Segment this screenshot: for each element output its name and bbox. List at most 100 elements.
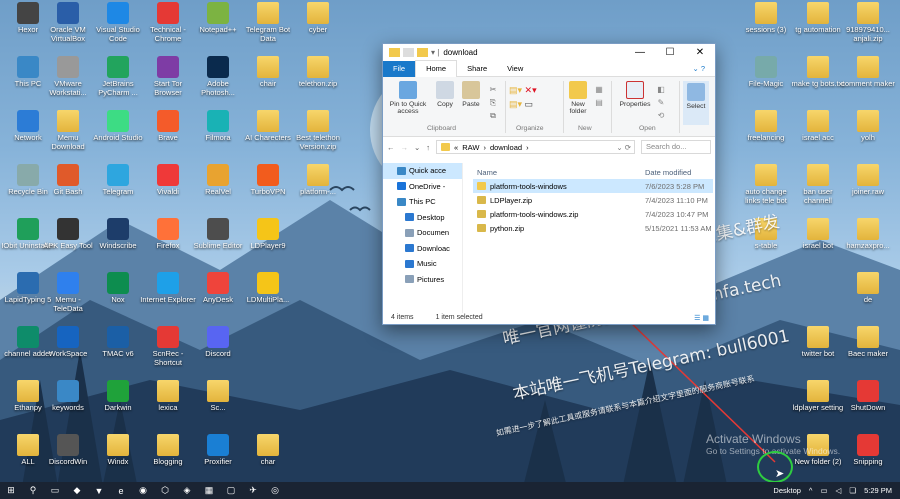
- address-dropdown-icon[interactable]: ⌄ ⟳: [616, 143, 634, 152]
- system-tray: Desktop ^ ▭ ◁ ❏ 5:29 PM: [773, 486, 900, 495]
- breadcrumb-separator: ›: [483, 142, 486, 152]
- item-count: 4 items: [391, 314, 414, 321]
- column-name[interactable]: Name: [473, 168, 645, 177]
- breadcrumb-overflow[interactable]: «: [454, 143, 458, 152]
- file-name-cell: platform-tools-windows.zip: [473, 210, 645, 219]
- new-item-icons[interactable]: ▦ ▤: [593, 83, 605, 109]
- file-name-cell: platform-tools-windows: [473, 182, 645, 191]
- file-explorer-icon[interactable]: ▢: [220, 482, 242, 499]
- nav-item-label: Pictures: [417, 274, 445, 284]
- tab-share[interactable]: Share: [457, 61, 497, 77]
- tab-file[interactable]: File: [383, 60, 416, 77]
- window-titlebar[interactable]: ▾ | download — ☐ ✕: [383, 44, 715, 61]
- select-button[interactable]: Select: [683, 81, 709, 125]
- quick-access-toolbar-icon[interactable]: [403, 48, 414, 57]
- app-icon[interactable]: ◈: [176, 482, 198, 499]
- nav-item[interactable]: Desktop: [383, 210, 462, 226]
- file-explorer-window[interactable]: ▾ | download — ☐ ✕ File Home Share View …: [382, 43, 716, 325]
- tray-overflow-icon[interactable]: ^: [809, 486, 813, 495]
- back-arrow-icon[interactable]: ←: [387, 143, 395, 152]
- open-edit-icons[interactable]: ◧ ✎ ⟲: [655, 83, 667, 122]
- file-date: 7/6/2023 5:28 PM: [645, 181, 705, 191]
- pin-icon: [399, 81, 417, 99]
- nav-item[interactable]: Music: [383, 256, 462, 272]
- breadcrumb-raw[interactable]: RAW: [462, 143, 479, 152]
- copy-label: Copy: [437, 101, 453, 108]
- column-date[interactable]: Date modified: [645, 168, 691, 177]
- help-icon[interactable]: ⌄ ?: [682, 61, 715, 77]
- file-name: platform-tools-windows.zip: [490, 209, 579, 219]
- group-new: New: [578, 125, 592, 132]
- forward-arrow-icon[interactable]: →: [401, 143, 409, 152]
- zip-file-icon: [477, 224, 486, 232]
- search-input[interactable]: Search do...: [641, 140, 711, 154]
- nav-item[interactable]: OneDrive -: [383, 179, 462, 195]
- file-row[interactable]: platform-tools-windows 7/6/2023 5:28 PM: [473, 179, 713, 193]
- nav-item-icon: [397, 182, 406, 191]
- paste-button[interactable]: Paste: [459, 81, 483, 108]
- desktop-toolbar-label[interactable]: Desktop: [773, 486, 801, 495]
- window-title: download: [443, 48, 478, 57]
- minimize-button[interactable]: —: [625, 47, 655, 58]
- copy-button[interactable]: Copy: [433, 81, 457, 108]
- nav-item[interactable]: Pictures: [383, 272, 462, 288]
- nav-item-label: This PC: [409, 197, 436, 207]
- column-headers: Name Date modified: [473, 165, 713, 179]
- task-view-icon[interactable]: ▭: [44, 482, 66, 499]
- chrome-icon[interactable]: ◉: [132, 482, 154, 499]
- nav-item[interactable]: Quick acce: [383, 163, 462, 179]
- pin-quick-access-button[interactable]: Pin to Quick access: [387, 81, 429, 115]
- qat-dropdown-icon[interactable]: ▾ |: [431, 48, 439, 57]
- ribbon-home: Pin to Quick access Copy Paste ✂ ⎘ ⧉ Clipb…: [383, 77, 715, 137]
- cut-copy-path-icons[interactable]: ✂ ⎘ ⧉: [487, 83, 499, 123]
- file-name-cell: python.zip: [473, 224, 645, 233]
- nav-item-icon: [397, 166, 406, 175]
- up-arrow-icon[interactable]: ↑: [426, 143, 430, 152]
- edge-icon[interactable]: e: [110, 482, 132, 499]
- file-name: platform-tools-windows: [490, 181, 567, 191]
- breadcrumb-download[interactable]: download: [490, 143, 522, 152]
- tab-view[interactable]: View: [497, 61, 533, 77]
- nav-item-icon: [405, 228, 414, 237]
- nav-item-icon: [405, 244, 414, 253]
- new-folder-label: New folder: [569, 101, 587, 115]
- status-bar: 4 items 1 item selected ☰ ▦: [383, 311, 715, 324]
- file-date: 5/15/2021 11:53 AM: [645, 223, 712, 233]
- brave-icon[interactable]: ◆: [66, 482, 88, 499]
- file-row[interactable]: python.zip 5/15/2021 11:53 AM: [473, 221, 713, 235]
- new-folder-button[interactable]: New folder: [565, 81, 591, 115]
- new-folder-icon: [569, 81, 587, 99]
- file-row[interactable]: LDPlayer.zip 7/4/2023 11:10 PM: [473, 193, 713, 207]
- file-row[interactable]: platform-tools-windows.zip 7/4/2023 10:47…: [473, 207, 713, 221]
- search-icon[interactable]: ⚲: [22, 482, 44, 499]
- battery-icon[interactable]: ▭: [820, 486, 827, 495]
- app-icon[interactable]: ⬡: [154, 482, 176, 499]
- address-bar[interactable]: « RAW › download › ⌄ ⟳: [436, 140, 635, 154]
- start-button[interactable]: ⊞: [0, 482, 22, 499]
- copy-icon: [436, 81, 454, 99]
- folder-icon: [477, 182, 486, 190]
- nav-item[interactable]: Documen: [383, 225, 462, 241]
- folder-icon: [417, 48, 428, 57]
- calculator-icon[interactable]: ▦: [198, 482, 220, 499]
- volume-icon[interactable]: ◁: [836, 486, 842, 495]
- properties-icon: [626, 81, 644, 99]
- maximize-button[interactable]: ☐: [655, 47, 685, 58]
- file-name-cell: LDPlayer.zip: [473, 196, 645, 205]
- view-toggle-icons[interactable]: ☰ ▦: [694, 314, 715, 322]
- chrome-icon[interactable]: ◎: [264, 482, 286, 499]
- nav-item-label: Documen: [417, 228, 450, 238]
- clock[interactable]: 5:29 PM: [864, 486, 892, 495]
- chevron-down-icon[interactable]: ⌄: [414, 143, 420, 152]
- tab-home[interactable]: Home: [415, 59, 458, 78]
- network-icon[interactable]: ❏: [849, 486, 856, 495]
- close-button[interactable]: ✕: [685, 47, 715, 58]
- nav-item[interactable]: This PC: [383, 194, 462, 210]
- organize-buttons[interactable]: ▤▾ ✕▾ ▤▾ ▭: [509, 83, 559, 111]
- nav-item-label: OneDrive -: [409, 181, 446, 191]
- properties-button[interactable]: Properties: [615, 81, 655, 108]
- file-date: 7/4/2023 10:47 PM: [645, 209, 709, 219]
- telegram-icon[interactable]: ✈: [242, 482, 264, 499]
- firefox-icon[interactable]: ▼: [88, 482, 110, 499]
- nav-item[interactable]: Downloac: [383, 241, 462, 257]
